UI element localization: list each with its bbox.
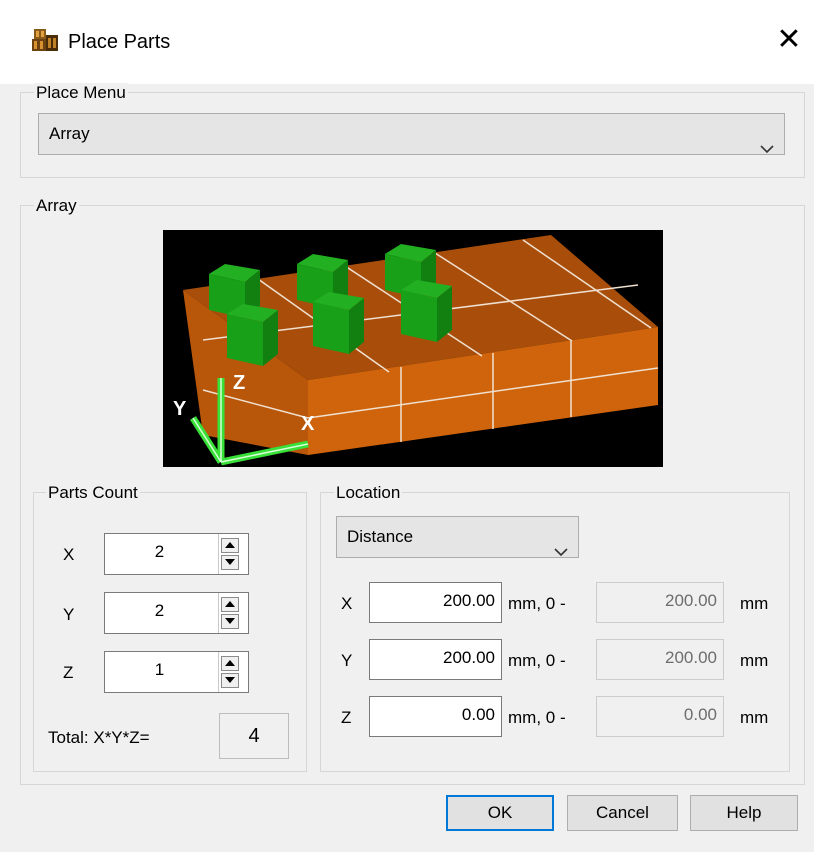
help-button[interactable]: Help	[690, 795, 798, 831]
location-z-unit: mm	[740, 708, 769, 727]
parts-count-x-spinner[interactable]	[218, 534, 248, 574]
location-y-input[interactable]: 200.00	[369, 639, 502, 680]
spin-down-icon[interactable]	[221, 673, 239, 688]
location-mode-value: Distance	[347, 527, 414, 546]
window-title: Place Parts	[68, 31, 171, 53]
total-value: 4	[219, 713, 289, 759]
parts-count-legend: Parts Count	[46, 483, 140, 503]
location-y-label: Y	[341, 651, 353, 670]
chevron-down-icon	[759, 129, 775, 169]
parts-count-y-spinner[interactable]	[218, 593, 248, 633]
parts-count-x-label: X	[63, 545, 75, 564]
axis-label-z: Z	[233, 372, 246, 394]
spin-up-icon[interactable]	[221, 597, 239, 612]
spin-up-icon[interactable]	[221, 656, 239, 671]
cancel-button[interactable]: Cancel	[567, 795, 678, 831]
spin-down-icon[interactable]	[221, 614, 239, 629]
spin-up-icon[interactable]	[221, 538, 239, 553]
location-x-max: 200.00	[596, 582, 724, 623]
location-z-label: Z	[341, 708, 352, 727]
array-legend: Array	[34, 196, 79, 216]
location-x-label: X	[341, 594, 353, 613]
location-y-range-text: mm, 0 -	[508, 651, 566, 670]
location-x-range-text: mm, 0 -	[508, 594, 566, 613]
parts-count-y-label: Y	[63, 605, 75, 624]
chevron-down-icon	[553, 532, 569, 572]
location-y-max: 200.00	[596, 639, 724, 680]
location-x-input[interactable]: 200.00	[369, 582, 502, 623]
ok-button[interactable]: OK	[446, 795, 554, 831]
location-z-input[interactable]: 0.00	[369, 696, 502, 737]
axis-label-y: Y	[173, 398, 187, 420]
total-label: Total: X*Y*Z=	[48, 728, 150, 747]
location-legend: Location	[334, 483, 403, 503]
location-z-range-text: mm, 0 -	[508, 708, 566, 727]
place-parts-app-icon	[30, 27, 60, 55]
location-mode-select[interactable]: Distance	[336, 516, 579, 558]
axis-label-x: X	[301, 413, 315, 435]
array-preview: Z Y X	[163, 230, 663, 467]
place-menu-legend: Place Menu	[34, 83, 128, 103]
place-menu-select[interactable]: Array	[38, 113, 785, 155]
close-button[interactable]: ✕	[772, 24, 806, 58]
parts-count-z-spinner[interactable]	[218, 652, 248, 692]
location-y-unit: mm	[740, 651, 769, 670]
place-menu-selected-value: Array	[49, 124, 90, 143]
spin-down-icon[interactable]	[221, 555, 239, 570]
parts-count-z-label: Z	[63, 663, 74, 682]
location-x-unit: mm	[740, 594, 769, 613]
location-z-max: 0.00	[596, 696, 724, 737]
